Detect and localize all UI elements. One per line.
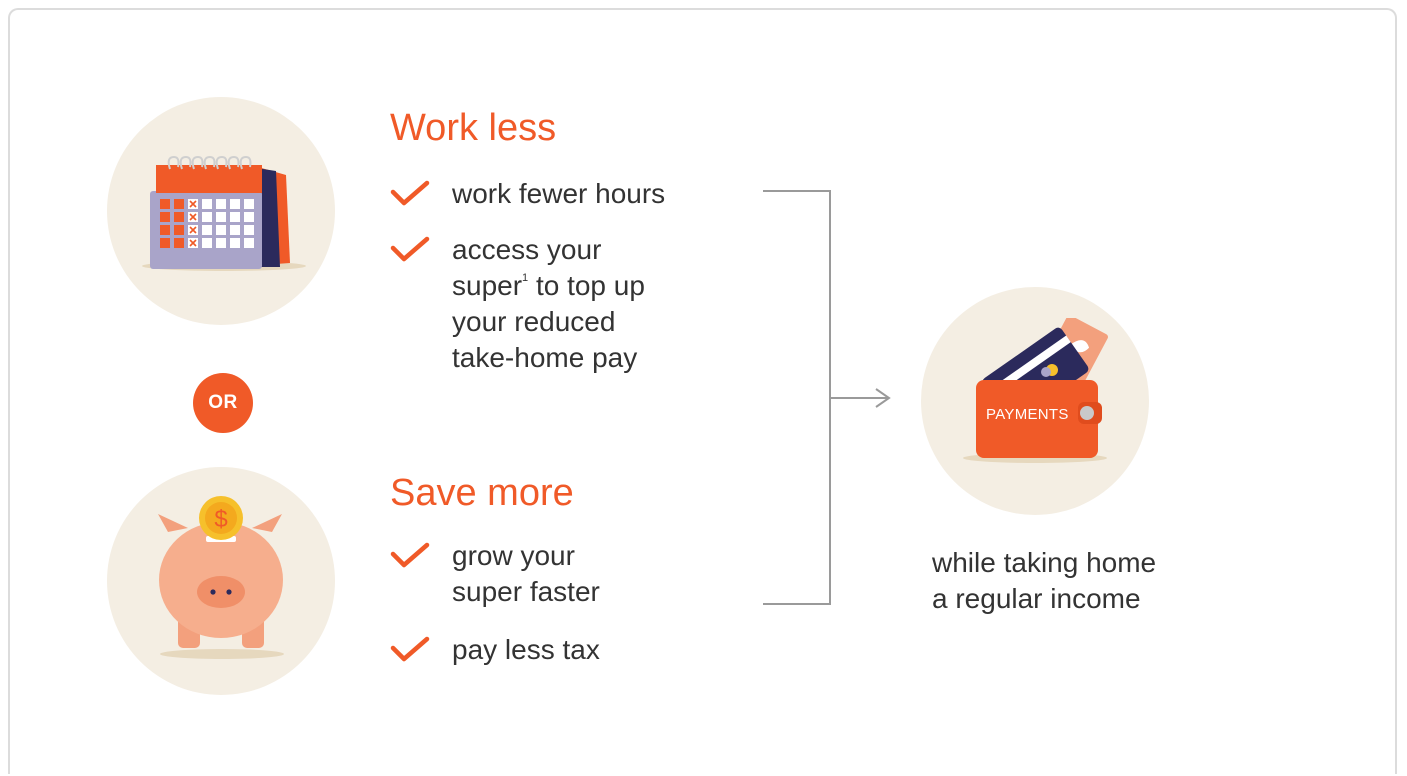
result-line-1: while taking home (932, 547, 1157, 578)
wallet-label: PAYMENTS (986, 406, 1069, 423)
result-text: while taking home a regular income (932, 545, 1156, 617)
result-line-2: a regular income (932, 583, 1141, 614)
bracket-connector (763, 190, 891, 605)
wallet-icon (963, 318, 1108, 463)
